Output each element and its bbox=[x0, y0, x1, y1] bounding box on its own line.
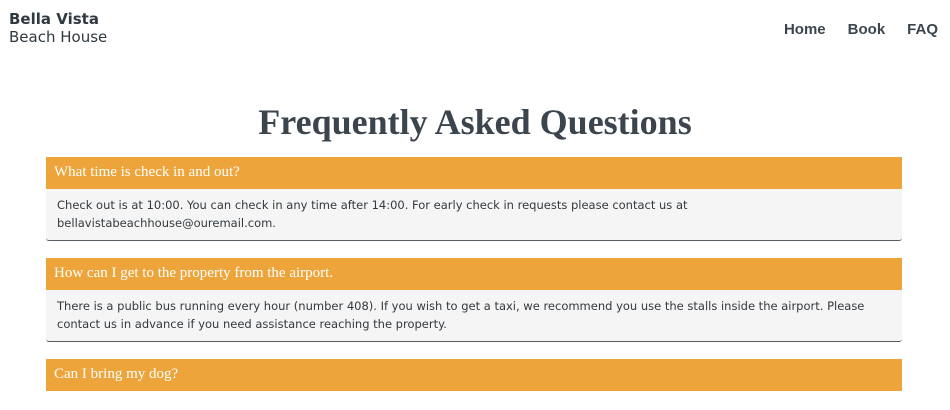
faq-question-dog[interactable]: Can I bring my dog? bbox=[46, 359, 902, 391]
faq-question-check-in[interactable]: What time is check in and out? bbox=[46, 157, 902, 189]
faq-list: What time is check in and out? Check out… bbox=[46, 157, 902, 408]
nav-link-faq[interactable]: FAQ bbox=[907, 21, 938, 38]
nav-link-book[interactable]: Book bbox=[848, 21, 886, 38]
faq-item-dog: Can I bring my dog? bbox=[46, 359, 902, 391]
faq-answer-airport: There is a public bus running every hour… bbox=[46, 290, 902, 342]
brand-subtitle: Beach House bbox=[9, 28, 108, 46]
main-nav: Home Book FAQ bbox=[784, 21, 938, 38]
brand-name: Bella Vista bbox=[9, 10, 99, 28]
page-title: Frequently Asked Questions bbox=[258, 102, 692, 142]
brand-logo[interactable]: Bella Vista Beach House bbox=[9, 10, 107, 46]
faq-item-airport: How can I get to the property from the a… bbox=[46, 258, 902, 342]
nav-link-home[interactable]: Home bbox=[784, 21, 826, 38]
faq-answer-check-in: Check out is at 10:00. You can check in … bbox=[46, 189, 902, 241]
faq-item-check-in: What time is check in and out? Check out… bbox=[46, 157, 902, 241]
faq-question-airport[interactable]: How can I get to the property from the a… bbox=[46, 258, 902, 290]
